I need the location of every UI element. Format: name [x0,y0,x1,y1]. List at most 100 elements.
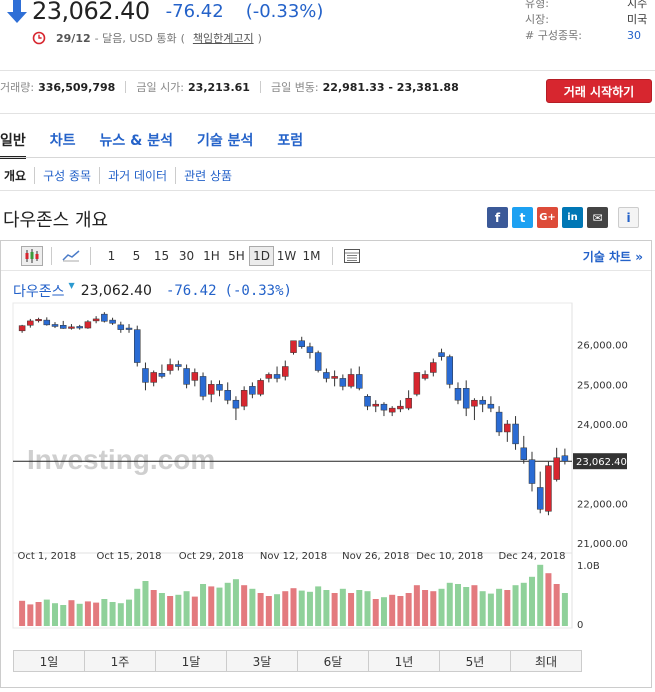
volume-bar [364,591,371,626]
tab-news-analysis[interactable]: 뉴스 & 분석 [100,130,173,156]
candle-body [68,326,75,329]
candle-body [27,320,34,326]
stats-row: 거래량: 336,509,798 금일 시가: 23,213.61 금일 변동:… [0,80,469,95]
volume-bar [504,590,511,626]
chart-panel: 1 5 15 30 1H 5H 1D 1W 1M 기술 차트 » 다우존스 ▼ … [0,240,652,688]
volume-bar [561,593,568,626]
volume-bar [331,593,338,626]
volume-bar [52,603,59,626]
candle-body [109,319,116,324]
candle-body [545,465,552,512]
range-1y[interactable]: 1년 [369,651,440,671]
caret-icon[interactable]: ▼ [69,281,75,290]
chart-toolbar: 1 5 15 30 1H 5H 1D 1W 1M 기술 차트 » [1,241,651,271]
volume-bar [27,604,34,626]
facebook-icon[interactable]: f [487,207,508,228]
range-max[interactable]: 최대 [511,651,581,671]
candle-body [504,423,511,433]
chart-change-pct: (-0.33%) [224,283,292,299]
interval-5h[interactable]: 5H [224,246,249,266]
info-market-value: 미국 [627,13,648,26]
main-tabs: 일반 차트 뉴스 & 분석 기술 분석 포럼 [0,130,327,159]
volume-bar [454,584,461,626]
volume-bar [68,600,75,626]
candle-body [347,374,355,387]
candle-body [314,352,322,371]
tab-general[interactable]: 일반 [0,130,26,159]
email-icon[interactable]: ✉ [587,207,608,228]
volume-bar [298,590,305,626]
x-tick-label: Oct 29, 2018 [179,551,244,562]
divider [125,81,127,93]
interval-1d[interactable]: 1D [249,245,274,266]
volume-bar [134,588,141,626]
instrument-info: 유형: 지수 시장: 미국 # 구성종목: 30 [525,0,655,44]
info-components-value[interactable]: 30 [627,28,641,44]
subtab-components[interactable]: 구성 종목 [34,167,99,184]
interval-15[interactable]: 15 [149,246,174,266]
twitter-icon[interactable]: t [512,207,533,228]
interval-5[interactable]: 5 [124,246,149,266]
price-chart[interactable]: Investing.com 21,000.00 22,000.00 24,000.00… [1,301,651,646]
volume-bar [545,573,552,626]
candle-body [323,372,330,379]
line-chart-icon[interactable] [60,246,82,266]
volume-bar [274,594,281,626]
candle-body [43,319,51,326]
start-trading-button[interactable]: 거래 시작하기 [546,79,652,103]
candle-body [339,378,347,387]
range-selector: 1일 1주 1달 3달 6달 1년 5년 최대 [13,650,582,672]
volume-bar [142,581,149,626]
chart-change: -76.42 [165,283,217,299]
volume-bar [430,591,437,626]
volume-bar [323,590,330,626]
range-1m[interactable]: 1달 [156,651,227,671]
range-1d[interactable]: 1일 [14,651,85,671]
interval-1w[interactable]: 1W [274,246,299,266]
price-change-pct: (-0.33%) [245,0,324,22]
range-5y[interactable]: 5년 [440,651,511,671]
range-6m[interactable]: 6달 [298,651,369,671]
interval-30[interactable]: 30 [174,246,199,266]
candle-body [364,396,371,407]
volume-bar [167,596,174,626]
interval-1m[interactable]: 1M [299,246,324,266]
divider [0,157,655,158]
candlestick-icon[interactable] [21,245,43,266]
day-range-label: 금일 변동: [270,81,319,94]
subtab-historical-data[interactable]: 과거 데이터 [99,167,175,184]
range-1w[interactable]: 1주 [85,651,156,671]
interval-1[interactable]: 1 [99,246,124,266]
subtab-overview[interactable]: 개요 [4,167,34,184]
info-market-label: 시장: [525,13,549,26]
subtab-related[interactable]: 관련 상품 [175,167,240,184]
tab-chart[interactable]: 차트 [50,130,76,156]
volume-bar [191,596,198,626]
technical-chart-link[interactable]: 기술 차트 » [583,248,643,265]
volume-bar [553,584,560,626]
volume-bar [200,584,207,626]
candle-body [462,388,470,409]
info-icon[interactable]: i [618,207,639,228]
candle-body [208,384,215,395]
table-icon[interactable] [341,246,363,266]
disclaimer-link[interactable]: 책임한계고지 [193,30,254,46]
range-3m[interactable]: 3달 [227,651,298,671]
tab-technical[interactable]: 기술 분석 [197,130,253,156]
linkedin-icon[interactable]: in [562,207,583,228]
interval-1h[interactable]: 1H [199,246,224,266]
candle-body [101,313,108,322]
tab-forum[interactable]: 포럼 [277,130,303,156]
day-range-value: 22,981.33 - 23,381.88 [322,80,459,94]
y-tick-label: 25,000.00 [577,380,628,391]
candle-body [397,405,404,410]
volume-bar [35,602,42,626]
quote-time-row: 29/12 - 달음, USD 통화 ( 책임한계고지 ) [32,30,262,46]
volume-bar [117,603,124,626]
candle-body [561,455,569,462]
candle-body [257,380,264,395]
quote-header: 23,062.40 -76.42 (-0.33%) [0,0,323,28]
google-plus-icon[interactable]: G+ [537,207,558,228]
volume-bar [380,597,387,626]
section-title: 다우존스 개요 [3,210,109,231]
